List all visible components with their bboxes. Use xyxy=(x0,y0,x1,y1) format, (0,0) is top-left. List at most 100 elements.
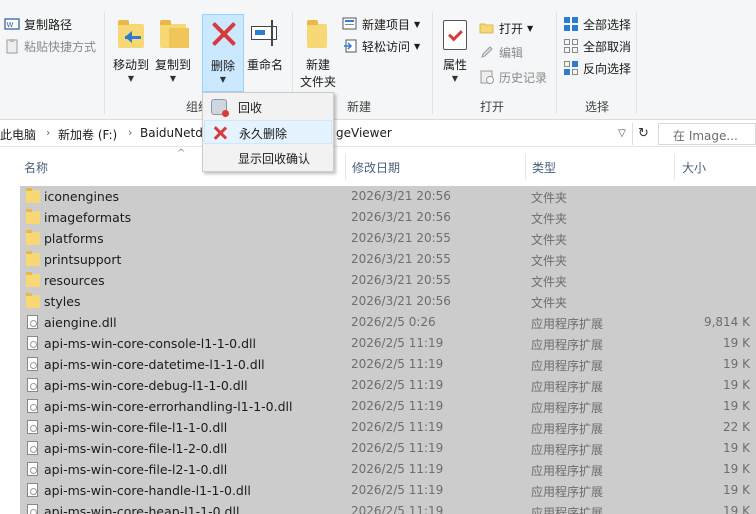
column-divider[interactable] xyxy=(345,154,346,180)
file-date: 2026/2/5 11:19 xyxy=(351,483,444,497)
breadcrumb-baidunetdisk[interactable]: BaiduNetd xyxy=(140,126,203,140)
folder-icon xyxy=(26,230,40,245)
column-header-type[interactable]: 类型 xyxy=(532,159,556,176)
new-folder-icon xyxy=(302,18,334,52)
file-row[interactable]: api-ms-win-core-datetime-l1-1-0.dll 2026/… xyxy=(20,354,756,375)
file-size: 19 K xyxy=(723,504,750,514)
edit-icon xyxy=(479,44,495,60)
menu-item-permanently-delete[interactable]: 永久删除 xyxy=(204,120,332,144)
history-label: 历史记录 xyxy=(499,70,548,85)
file-row[interactable]: api-ms-win-core-file-l1-1-0.dll 2026/2/5 … xyxy=(20,417,756,438)
history-button[interactable]: 历史记录 xyxy=(479,67,547,87)
copy-path-button[interactable]: W 复制路径 xyxy=(4,14,72,34)
file-row[interactable]: api-ms-win-core-debug-l1-1-0.dll 2026/2/5… xyxy=(20,375,756,396)
file-type: 文件夹 xyxy=(531,191,568,205)
menu-item-show-recycle-confirmation[interactable]: 显示回收确认 xyxy=(204,146,332,170)
column-divider[interactable] xyxy=(674,154,675,180)
file-date: 2026/2/5 11:19 xyxy=(351,357,444,371)
dll-file-icon xyxy=(27,420,38,434)
copy-to-icon xyxy=(157,18,189,52)
file-row[interactable]: imageformats 2026/3/21 20:56 文件夹 xyxy=(20,207,756,228)
paste-shortcut-icon xyxy=(4,38,20,54)
file-size: 19 K xyxy=(723,378,750,392)
sort-ascending-icon: ^ xyxy=(177,148,186,159)
file-list[interactable]: iconengines 2026/3/21 20:56 文件夹 imageformat… xyxy=(20,186,756,514)
column-header-date[interactable]: 修改日期 xyxy=(352,159,400,176)
file-row[interactable]: resources 2026/3/21 20:55 文件夹 xyxy=(20,270,756,291)
select-none-button[interactable]: 全部取消 xyxy=(563,36,631,56)
breadcrumb-this-pc[interactable]: 此电脑 xyxy=(0,126,36,143)
search-placeholder: 在 Image... xyxy=(673,129,738,143)
file-type: 文件夹 xyxy=(531,275,568,289)
file-name: api-ms-win-core-heap-l1-1-0.dll xyxy=(44,504,240,514)
menu-item-recycle[interactable]: 回收 xyxy=(204,95,332,119)
file-name: iconengines xyxy=(44,189,120,204)
file-date: 2026/2/5 11:19 xyxy=(351,378,444,392)
paste-shortcut-button[interactable]: 粘贴快捷方式 xyxy=(4,36,96,56)
invert-selection-icon xyxy=(563,60,579,76)
file-row[interactable]: iconengines 2026/3/21 20:56 文件夹 xyxy=(20,186,756,207)
file-date: 2026/3/21 20:56 xyxy=(351,210,451,224)
folder-icon xyxy=(26,293,40,308)
file-size: 19 K xyxy=(723,399,750,413)
open-label: 打开 xyxy=(499,21,524,36)
breadcrumb-drive[interactable]: 新加卷 (F:) xyxy=(58,126,117,143)
file-name: api-ms-win-core-handle-l1-1-0.dll xyxy=(44,483,251,498)
delete-x-icon xyxy=(212,125,228,141)
column-divider[interactable] xyxy=(525,154,526,180)
file-type: 文件夹 xyxy=(531,254,568,268)
breadcrumb-imageviewer[interactable]: geViewer xyxy=(336,126,392,140)
rename-button[interactable]: 重命名 xyxy=(245,18,285,73)
select-all-button[interactable]: 全部选择 xyxy=(563,14,631,34)
file-row[interactable]: api-ms-win-core-console-l1-1-0.dll 2026/2… xyxy=(20,333,756,354)
new-item-button[interactable]: 新建项目 ▼ xyxy=(342,14,420,34)
copy-to-button[interactable]: 复制到 ▼ xyxy=(152,18,194,83)
file-row[interactable]: aiengine.dll 2026/2/5 0:26 应用程序扩展 9,814 K xyxy=(20,312,756,333)
file-type: 应用程序扩展 xyxy=(531,422,604,436)
file-row[interactable]: api-ms-win-core-file-l1-2-0.dll 2026/2/5 … xyxy=(20,438,756,459)
column-header-name[interactable]: 名称 xyxy=(24,159,48,176)
move-to-icon xyxy=(115,18,147,52)
file-row[interactable]: api-ms-win-core-file-l2-1-0.dll 2026/2/5 … xyxy=(20,459,756,480)
delete-button-content: 删除 ▼ xyxy=(205,19,241,84)
file-row[interactable]: styles 2026/3/21 20:56 文件夹 xyxy=(20,291,756,312)
file-row[interactable]: printsupport 2026/3/21 20:55 文件夹 xyxy=(20,249,756,270)
file-row[interactable]: api-ms-win-core-errorhandling-l1-1-0.dll… xyxy=(20,396,756,417)
file-type: 应用程序扩展 xyxy=(531,380,604,394)
chevron-right-icon[interactable]: › xyxy=(128,126,132,139)
file-name: api-ms-win-core-datetime-l1-1-0.dll xyxy=(44,357,265,372)
new-folder-button[interactable]: 新建 文件夹 xyxy=(298,18,338,90)
file-type: 应用程序扩展 xyxy=(531,485,604,499)
search-input[interactable]: 在 Image... xyxy=(658,123,756,145)
dll-file-icon xyxy=(27,357,38,371)
menu-item-label: 永久删除 xyxy=(239,127,288,141)
file-size: 22 K xyxy=(723,420,750,434)
file-type: 文件夹 xyxy=(531,233,568,247)
file-name: printsupport xyxy=(44,252,122,267)
delete-button[interactable]: 删除 ▼ xyxy=(202,14,244,92)
rename-label: 重命名 xyxy=(246,58,283,72)
file-size: 19 K xyxy=(723,357,750,371)
invert-selection-button[interactable]: 反向选择 xyxy=(563,58,631,78)
properties-button[interactable]: 属性 ▼ xyxy=(438,18,472,83)
chevron-down-icon[interactable]: ▽ xyxy=(612,123,632,145)
dll-file-icon xyxy=(27,483,38,497)
open-folder-icon xyxy=(479,20,495,36)
chevron-right-icon[interactable]: › xyxy=(46,126,50,139)
file-row[interactable]: platforms 2026/3/21 20:55 文件夹 xyxy=(20,228,756,249)
file-type: 文件夹 xyxy=(531,212,568,226)
file-row[interactable]: api-ms-win-core-heap-l1-1-0.dll 2026/2/5 … xyxy=(20,501,756,514)
column-header-size[interactable]: 大小 xyxy=(682,159,706,176)
column-headers: 名称 修改日期 类型 大小 xyxy=(0,150,756,182)
chevron-down-icon: ▼ xyxy=(414,41,421,51)
open-button[interactable]: 打开 ▼ xyxy=(479,18,533,38)
file-name: resources xyxy=(44,273,105,288)
dll-file-icon xyxy=(27,462,38,476)
file-row[interactable]: api-ms-win-core-handle-l1-1-0.dll 2026/2/… xyxy=(20,480,756,501)
edit-button[interactable]: 编辑 xyxy=(479,42,523,62)
easy-access-button[interactable]: 轻松访问 ▼ xyxy=(342,36,420,56)
move-to-button[interactable]: 移动到 ▼ xyxy=(111,18,151,83)
address-bar[interactable]: 此电脑 › 新加卷 (F:) › BaiduNetd geViewer ▽ ↻ … xyxy=(0,121,756,147)
refresh-icon[interactable]: ↻ xyxy=(632,123,654,145)
file-type: 应用程序扩展 xyxy=(531,464,604,478)
